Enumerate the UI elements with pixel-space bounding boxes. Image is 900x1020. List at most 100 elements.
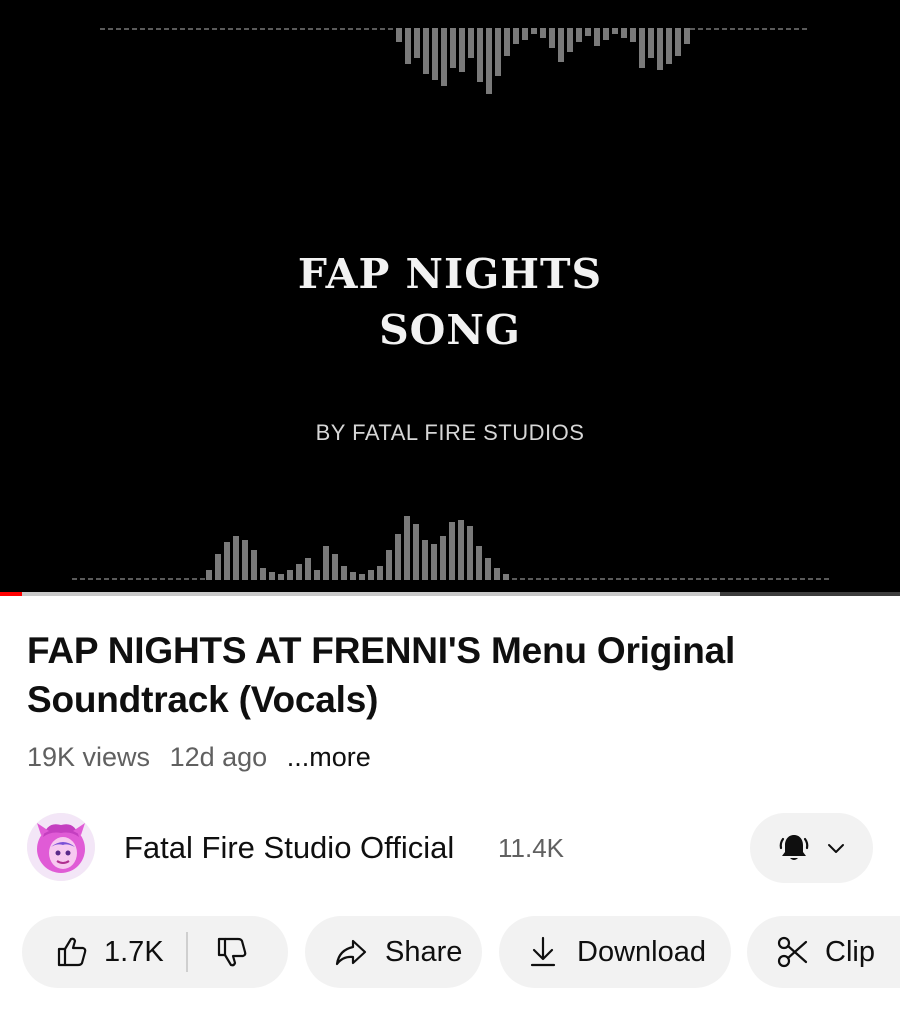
visualizer-dash xyxy=(800,578,805,580)
share-label: Share xyxy=(385,935,463,968)
visualizer-dash xyxy=(388,28,393,30)
visualizer-bar xyxy=(422,540,428,580)
visualizer-bar xyxy=(296,564,302,580)
visualizer-dash xyxy=(584,578,589,580)
visualizer-dash xyxy=(276,28,281,30)
visualizer-dash xyxy=(292,28,297,30)
dislike-button[interactable] xyxy=(188,934,250,970)
visualizer-dash xyxy=(568,578,573,580)
clip-button[interactable]: Clip xyxy=(747,916,900,988)
visualizer-dash xyxy=(576,578,581,580)
visualizer-bar xyxy=(675,28,681,56)
visualizer-dash xyxy=(816,578,821,580)
visualizer-dash xyxy=(372,28,377,30)
like-dislike-group: 1.7K xyxy=(22,916,288,988)
visualizer-dash xyxy=(72,578,77,580)
visualizer-bar xyxy=(269,572,275,580)
subscriber-count: 11.4K xyxy=(498,833,565,863)
visualizer-bar xyxy=(395,534,401,580)
visualizer-bar xyxy=(666,28,672,64)
visualizer-dash xyxy=(148,28,153,30)
progress-buffered xyxy=(0,592,720,596)
visualizer-bar xyxy=(413,524,419,580)
visualizer-bar xyxy=(332,554,338,580)
more-link[interactable]: ...more xyxy=(287,742,371,772)
video-meta[interactable]: 19K views 12d ago ...more xyxy=(27,742,383,773)
visualizer-dash xyxy=(744,578,749,580)
visualizer-bar xyxy=(386,550,392,580)
visualizer-bar xyxy=(531,28,537,34)
download-label: Download xyxy=(577,935,706,968)
visualizer-dash xyxy=(116,28,121,30)
visualizer-bar xyxy=(350,572,356,580)
visualizer-dash xyxy=(212,28,217,30)
visualizer-dash xyxy=(136,578,141,580)
visualizer-dash xyxy=(714,28,719,30)
channel-name[interactable]: Fatal Fire Studio Official xyxy=(124,830,454,866)
visualizer-bar xyxy=(414,28,420,58)
visualizer-dash xyxy=(184,578,189,580)
visualizer-dash xyxy=(592,578,597,580)
share-button[interactable]: Share xyxy=(305,916,482,988)
visualizer-dash xyxy=(768,578,773,580)
visualizer-dash xyxy=(624,578,629,580)
visualizer-dash xyxy=(520,578,525,580)
visualizer-dash xyxy=(762,28,767,30)
scissors-icon xyxy=(777,936,808,968)
visualizer-dash xyxy=(544,578,549,580)
visualizer-dash xyxy=(80,578,85,580)
visualizer-dash xyxy=(704,578,709,580)
progress-bar[interactable] xyxy=(0,592,900,596)
visualizer-dash xyxy=(356,28,361,30)
upload-age: 12d ago xyxy=(169,742,268,772)
visualizer-dash xyxy=(736,578,741,580)
visualizer-dash xyxy=(104,578,109,580)
visualizer-dash xyxy=(706,28,711,30)
visualizer-bar xyxy=(477,28,483,82)
visualizer-dash xyxy=(728,578,733,580)
visualizer-bar xyxy=(567,28,573,52)
visualizer-dash xyxy=(600,578,605,580)
visualizer-dash xyxy=(252,28,257,30)
chevron-down-icon xyxy=(827,844,844,853)
visualizer-dash xyxy=(180,28,185,30)
visualizer-bar xyxy=(630,28,636,42)
download-button[interactable]: Download xyxy=(499,916,731,988)
visualizer-dash xyxy=(786,28,791,30)
visualizer-dash xyxy=(124,28,129,30)
visualizer-bar xyxy=(278,574,284,580)
visualizer-bar xyxy=(540,28,546,38)
like-button[interactable]: 1.7K xyxy=(22,934,164,970)
visualizer-bar xyxy=(377,566,383,580)
thumbs-up-icon xyxy=(57,937,87,967)
visualizer-dash xyxy=(300,28,305,30)
thumbs-down-icon xyxy=(217,937,247,967)
channel-avatar[interactable] xyxy=(27,813,95,881)
visualizer-bar xyxy=(206,570,212,580)
visualizer-dash xyxy=(100,28,105,30)
visualizer-dash xyxy=(760,578,765,580)
visualizer-bar xyxy=(260,568,266,580)
visualizer-dash xyxy=(260,28,265,30)
visualizer-bar xyxy=(558,28,564,62)
visualizer-bar xyxy=(242,540,248,580)
visualizer-bar xyxy=(224,542,230,580)
visualizer-dash xyxy=(560,578,565,580)
visualizer-bar xyxy=(287,570,293,580)
visualizer-dash xyxy=(808,578,813,580)
visualizer-dash xyxy=(192,578,197,580)
video-title[interactable]: FAP NIGHTS AT FRENNI'S Menu Original Sou… xyxy=(27,626,877,724)
share-arrow-icon xyxy=(335,939,367,966)
visualizer-bar xyxy=(341,566,347,580)
visualizer-bar xyxy=(485,558,491,580)
visualizer-dash xyxy=(236,28,241,30)
visualizer-bar xyxy=(305,558,311,580)
video-frame-subtitle: BY FATAL FIRE STUDIOS xyxy=(315,420,585,445)
visualizer-bar xyxy=(657,28,663,70)
video-player[interactable]: FAP NIGHTS SONG BY FATAL FIRE STUDIOS xyxy=(0,0,900,596)
visualizer-dash xyxy=(348,28,353,30)
notifications-button[interactable] xyxy=(750,813,873,883)
visualizer-dash xyxy=(244,28,249,30)
visualizer-dash xyxy=(616,578,621,580)
visualizer-dash xyxy=(720,578,725,580)
